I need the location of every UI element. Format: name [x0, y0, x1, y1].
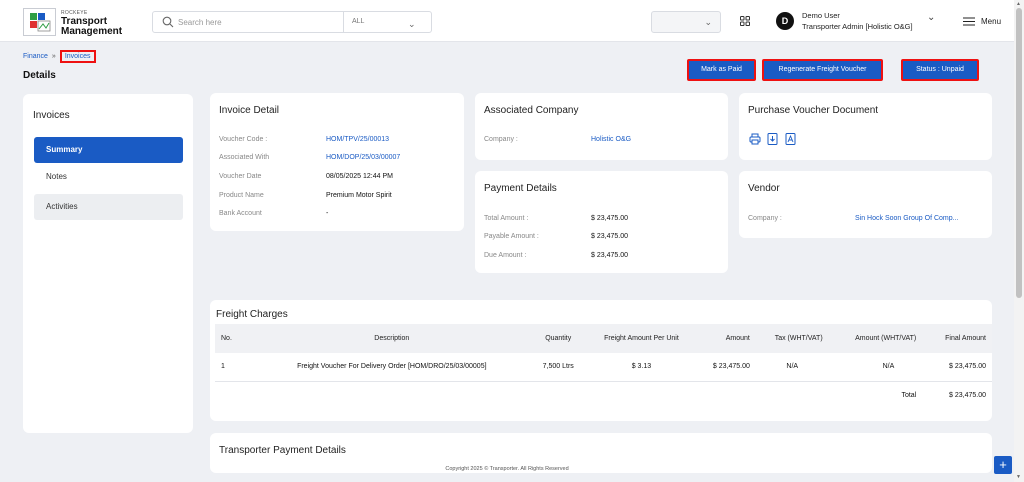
vendor-title: Vendor [748, 183, 780, 194]
add-icon[interactable]: + [994, 456, 1012, 474]
col-amount-wht-vat: Amount (WHT/VAT) [828, 324, 923, 353]
company-label: Company : [484, 136, 518, 143]
chevron-down-icon[interactable]: ⌄ [408, 19, 416, 30]
brand-title-line2: Management [61, 26, 123, 37]
cell-description: Freight Voucher For Delivery Order [HOM/… [297, 363, 487, 371]
total-amount-label: Total Amount : [484, 215, 529, 222]
voucher-date-label: Voucher Date [219, 173, 262, 180]
hamburger-icon [963, 17, 975, 26]
total-amount-value: $ 23,475.00 [591, 215, 628, 222]
due-amount-value: $ 23,475.00 [591, 252, 628, 259]
payable-amount-label: Payable Amount : [484, 233, 539, 240]
search-divider [343, 12, 344, 32]
search-scope-select[interactable]: ALL [352, 18, 364, 25]
sidebar-item-activities[interactable]: Activities [34, 194, 183, 220]
voucher-date-value: 08/05/2025 12:44 PM [326, 173, 393, 180]
col-tax: Tax (WHT/VAT) [755, 324, 829, 353]
voucher-code-label: Voucher Code : [219, 136, 268, 143]
cell-no: 1 [221, 363, 225, 371]
cell-final-amount: $ 23,475.00 [949, 363, 986, 371]
freight-charges-card: Freight Charges No. Description Quantity… [210, 300, 992, 421]
menu-label: Menu [981, 17, 1002, 26]
breadcrumb: Finance» Invoices [23, 50, 96, 63]
chevron-down-icon: ⌄ [704, 17, 712, 27]
cell-freight-amount-per-unit: $ 3.13 [631, 363, 652, 371]
scroll-down-icon[interactable]: ▼ [1016, 474, 1021, 480]
col-no: No. [215, 324, 257, 353]
mark-as-paid-button[interactable]: Mark as Paid [687, 59, 756, 81]
apps-grid-icon[interactable] [740, 16, 750, 26]
cell-quantity: 7,500 Ltrs [542, 363, 574, 371]
page-title: Details [23, 70, 56, 81]
col-amount: Amount [693, 324, 756, 353]
vendor-card: Vendor Company : Sin Hock Soon Group Of … [739, 171, 992, 238]
col-freight-amount-per-unit: Freight Amount Per Unit [589, 324, 694, 353]
chevron-down-icon[interactable]: ⌄ [927, 12, 935, 23]
vendor-company-label: Company : [748, 215, 782, 222]
payment-details-card: Payment Details Total Amount : $ 23,475.… [475, 171, 728, 273]
context-select[interactable]: ⌄ [651, 11, 721, 33]
sidebar-item-notes[interactable]: Notes [34, 164, 183, 190]
cell-amount-wht-vat: N/A [882, 363, 895, 371]
table-row: 1 Freight Voucher For Delivery Order [HO… [215, 353, 992, 381]
user-name: Demo User [802, 11, 840, 20]
col-final-amount: Final Amount [922, 324, 992, 353]
breadcrumb-separator: » [51, 53, 56, 60]
invoice-detail-title: Invoice Detail [219, 105, 280, 116]
payment-details-title: Payment Details [484, 183, 557, 194]
avatar[interactable]: D [776, 12, 794, 30]
pdf-icon[interactable] [785, 133, 796, 145]
breadcrumb-finance[interactable]: Finance [23, 53, 48, 60]
voucher-code-value[interactable]: HOM/TPV/25/00013 [326, 136, 389, 143]
total-value: $ 23,475.00 [949, 391, 986, 399]
search-input[interactable]: Search here [178, 18, 222, 27]
brand-title: Transport Management [61, 17, 122, 37]
total-label: Total [901, 391, 917, 399]
download-document-icon[interactable] [767, 133, 778, 145]
associated-company-card: Associated Company Company : Holistic O&… [475, 93, 728, 160]
user-role: Transporter Admin [Holistic O&G] [802, 22, 913, 31]
purchase-voucher-title: Purchase Voucher Document [748, 105, 879, 116]
payable-amount-value: $ 23,475.00 [591, 233, 628, 240]
product-name-value: Premium Motor Spirit [326, 192, 392, 199]
associated-company-title: Associated Company [484, 105, 579, 116]
associated-with-value[interactable]: HOM/DOP/25/03/00007 [326, 154, 400, 161]
sidebar-title: Invoices [33, 110, 70, 121]
top-bar: ROCKEYE Transport Management Search here… [0, 0, 1014, 42]
col-description: Description [256, 324, 528, 353]
cell-tax: N/A [786, 363, 799, 371]
search-bar[interactable]: Search here ALL ⌄ [152, 11, 432, 33]
total-row: Total $ 23,475.00 [215, 381, 992, 409]
associated-with-label: Associated With [219, 154, 270, 161]
cell-amount: $ 23,475.00 [712, 363, 750, 371]
scrollbar[interactable]: ▲ ▼ [1014, 0, 1024, 482]
menu-button[interactable]: Menu [963, 17, 1001, 26]
sidebar-item-summary[interactable]: Summary [34, 137, 183, 163]
regenerate-freight-voucher-button[interactable]: Regenerate Freight Voucher [762, 59, 883, 81]
footer-copyright: Copyright 2025 © Transporter. All Rights… [445, 466, 569, 472]
table-header-row: No. Description Quantity Freight Amount … [215, 324, 992, 353]
col-quantity: Quantity [527, 324, 590, 353]
transporter-payment-title: Transporter Payment Details [219, 445, 346, 456]
status-button[interactable]: Status : Unpaid [901, 59, 979, 81]
invoice-detail-card: Invoice Detail Voucher Code : HOM/TPV/25… [210, 93, 464, 231]
product-name-label: Product Name [219, 192, 264, 199]
sidebar: Invoices Summary Notes Activities [23, 94, 193, 433]
search-icon [162, 16, 174, 28]
vendor-company-value[interactable]: Sin Hock Soon Group Of Comp... [855, 215, 959, 222]
scrollbar-thumb[interactable] [1016, 8, 1022, 298]
freight-charges-table: No. Description Quantity Freight Amount … [215, 324, 992, 409]
freight-charges-title: Freight Charges [216, 309, 288, 320]
purchase-voucher-card: Purchase Voucher Document [739, 93, 992, 160]
print-icon[interactable] [749, 133, 761, 145]
due-amount-label: Due Amount : [484, 252, 527, 259]
company-value[interactable]: Holistic O&G [591, 136, 631, 143]
scroll-up-icon[interactable]: ▲ [1016, 1, 1021, 7]
bank-account-label: Bank Account [219, 210, 262, 217]
logo-icon[interactable] [23, 8, 56, 36]
bank-account-value: - [326, 210, 329, 217]
breadcrumb-invoices[interactable]: Invoices [59, 50, 96, 63]
